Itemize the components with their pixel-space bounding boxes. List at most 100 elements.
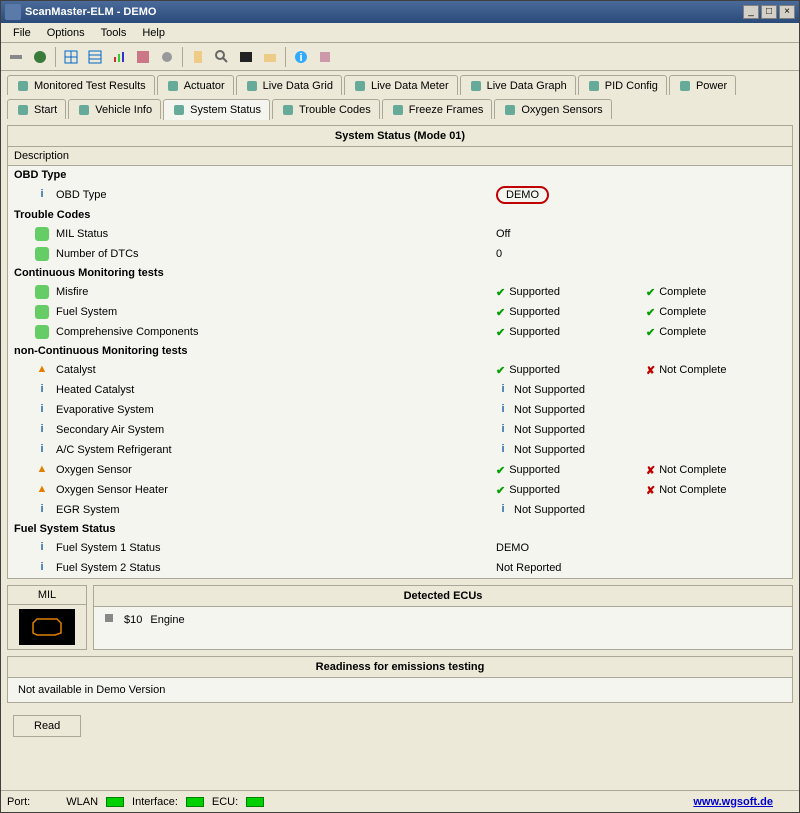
ecu-name: Engine <box>150 614 184 626</box>
data-row[interactable]: MIL Status Off <box>8 224 792 244</box>
data-row[interactable]: Fuel System✔ Supported✔ Complete <box>8 302 792 322</box>
data-row[interactable]: iFuel System 1 Status DEMO <box>8 538 792 558</box>
data-row[interactable]: ▲Catalyst✔ Supported✘ Not Complete <box>8 360 792 380</box>
disk-icon[interactable] <box>132 46 154 68</box>
ecu-row[interactable]: $10 Engine <box>94 607 792 632</box>
row-label: Fuel System 1 Status <box>56 542 496 554</box>
tab-icon <box>353 79 367 93</box>
menu-tools[interactable]: Tools <box>93 25 135 41</box>
menu-options[interactable]: Options <box>39 25 93 41</box>
info-icon: i <box>35 503 49 517</box>
tab-live-data-meter[interactable]: Live Data Meter <box>344 75 458 96</box>
website-link[interactable]: www.wgsoft.de <box>693 796 773 808</box>
status-green-icon <box>35 325 49 339</box>
menu-help[interactable]: Help <box>134 25 173 41</box>
row-status: Not Complete <box>659 484 726 496</box>
info-icon: i <box>35 443 49 457</box>
data-row[interactable]: iHeated Catalysti Not Supported <box>8 380 792 400</box>
app-icon <box>5 4 21 20</box>
globe-icon[interactable] <box>29 46 51 68</box>
status-green-icon <box>35 285 49 299</box>
tabs-row-1: Monitored Test ResultsActuatorLive Data … <box>1 71 799 95</box>
row-label: OBD Type <box>56 189 496 201</box>
mil-title: MIL <box>8 586 86 605</box>
tab-monitored-test-results[interactable]: Monitored Test Results <box>7 75 155 96</box>
data-row[interactable]: Misfire✔ Supported✔ Complete <box>8 282 792 302</box>
check-icon: ✔ <box>646 306 655 319</box>
info-icon[interactable]: i <box>290 46 312 68</box>
tab-live-data-graph[interactable]: Live Data Graph <box>460 75 576 96</box>
tab-vehicle-info[interactable]: Vehicle Info <box>68 99 161 120</box>
minimize-button[interactable]: _ <box>743 5 759 19</box>
gear-icon[interactable] <box>156 46 178 68</box>
row-value: Supported <box>509 306 560 318</box>
toolbar: i <box>1 43 799 71</box>
tab-live-data-grid[interactable]: Live Data Grid <box>236 75 342 96</box>
tab-icon <box>16 103 30 117</box>
cube-icon[interactable] <box>314 46 336 68</box>
group-header: OBD Type <box>8 166 792 184</box>
row-label: Oxygen Sensor Heater <box>56 484 496 496</box>
info-icon: i <box>496 423 510 437</box>
tab-pid-config[interactable]: PID Config <box>578 75 667 96</box>
info-icon: i <box>35 383 49 397</box>
maximize-button[interactable]: □ <box>761 5 777 19</box>
tab-trouble-codes[interactable]: Trouble Codes <box>272 99 380 120</box>
data-row[interactable]: ▲Oxygen Sensor Heater✔ Supported✘ Not Co… <box>8 480 792 500</box>
status-interface-label: Interface: <box>132 796 178 808</box>
grid-icon[interactable] <box>60 46 82 68</box>
tab-label: System Status <box>190 104 261 116</box>
interface-led-icon <box>186 797 204 807</box>
table-icon[interactable] <box>84 46 106 68</box>
data-row[interactable]: iFuel System 2 Status Not Reported <box>8 558 792 578</box>
row-label: Evaporative System <box>56 404 496 416</box>
tab-power[interactable]: Power <box>669 75 736 96</box>
folder-icon[interactable] <box>259 46 281 68</box>
terminal-icon[interactable] <box>235 46 257 68</box>
clipboard-icon[interactable] <box>187 46 209 68</box>
ecu-title: Detected ECUs <box>94 586 792 607</box>
data-row[interactable]: iEvaporative Systemi Not Supported <box>8 400 792 420</box>
data-row[interactable]: iA/C System Refrigeranti Not Supported <box>8 440 792 460</box>
connect-icon[interactable] <box>5 46 27 68</box>
read-button[interactable]: Read <box>13 715 81 737</box>
tab-icon <box>166 79 180 93</box>
data-row[interactable]: ▲Oxygen Sensor✔ Supported✘ Not Complete <box>8 460 792 480</box>
tab-label: Start <box>34 104 57 116</box>
tab-start[interactable]: Start <box>7 99 66 120</box>
tab-actuator[interactable]: Actuator <box>157 75 234 96</box>
group-header: non-Continuous Monitoring tests <box>8 342 792 360</box>
data-row[interactable]: iOBD TypeDEMO <box>8 184 792 206</box>
row-value: Supported <box>509 484 560 496</box>
chart-icon[interactable] <box>108 46 130 68</box>
row-label: Secondary Air System <box>56 424 496 436</box>
tab-icon <box>172 103 186 117</box>
row-value: Not Reported <box>496 562 561 574</box>
tab-freeze-frames[interactable]: Freeze Frames <box>382 99 493 120</box>
tab-oxygen-sensors[interactable]: Oxygen Sensors <box>494 99 611 120</box>
panel-title: System Status (Mode 01) <box>8 126 792 147</box>
row-label: Misfire <box>56 286 496 298</box>
check-icon: ✔ <box>496 286 505 299</box>
tab-label: Trouble Codes <box>299 104 371 116</box>
data-row[interactable]: Comprehensive Components✔ Supported✔ Com… <box>8 322 792 342</box>
chip-icon <box>102 611 116 628</box>
cross-icon: ✘ <box>646 464 655 477</box>
row-label: Heated Catalyst <box>56 384 496 396</box>
data-row[interactable]: iEGR Systemi Not Supported <box>8 500 792 520</box>
check-icon: ✔ <box>496 364 505 377</box>
row-status: Not Complete <box>659 364 726 376</box>
row-value: Not Supported <box>514 384 585 396</box>
row-value: Not Supported <box>514 424 585 436</box>
tab-system-status[interactable]: System Status <box>163 99 270 120</box>
data-row[interactable]: iSecondary Air Systemi Not Supported <box>8 420 792 440</box>
menu-file[interactable]: File <box>5 25 39 41</box>
search-icon[interactable] <box>211 46 233 68</box>
status-bar: Port: WLAN Interface: ECU: www.wgsoft.de <box>1 790 799 812</box>
row-label: A/C System Refrigerant <box>56 444 496 456</box>
data-row[interactable]: Number of DTCs 0 <box>8 244 792 264</box>
detected-ecus-panel: Detected ECUs $10 Engine <box>93 585 793 650</box>
info-icon: i <box>35 188 49 202</box>
close-button[interactable]: × <box>779 5 795 19</box>
svg-text:i: i <box>299 52 302 64</box>
